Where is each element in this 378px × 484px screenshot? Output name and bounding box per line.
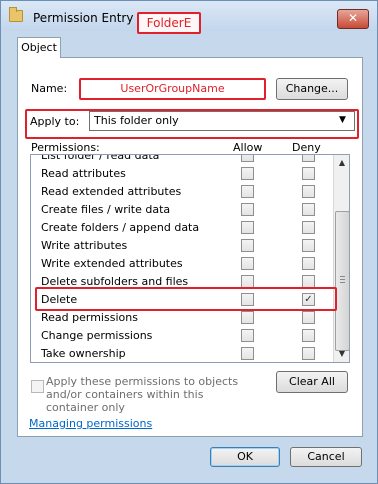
deny-column-header: Deny	[292, 141, 321, 154]
grip-line	[340, 282, 345, 283]
allow-checkbox[interactable]	[241, 329, 254, 342]
cancel-button[interactable]: Cancel	[290, 447, 362, 467]
deny-checkbox[interactable]	[302, 311, 315, 324]
inherit-checkbox[interactable]	[31, 380, 44, 393]
deny-checkbox[interactable]	[302, 329, 315, 342]
scroll-up-icon[interactable]: ▲	[334, 155, 349, 171]
allow-checkbox[interactable]	[241, 239, 254, 252]
permission-label: Read permissions	[41, 311, 138, 324]
permission-label: Create folders / append data	[41, 221, 200, 234]
permission-label: Take ownership	[41, 347, 126, 360]
delete-row-highlight	[35, 287, 337, 311]
chevron-down-icon[interactable]: ▼	[336, 111, 349, 130]
title-object-name: FolderE	[137, 12, 201, 34]
deny-checkbox[interactable]	[302, 167, 315, 180]
allow-checkbox[interactable]	[241, 257, 254, 270]
deny-checkbox[interactable]	[302, 203, 315, 216]
permission-label: Write attributes	[41, 239, 128, 252]
permission-label: List folder / read data	[41, 154, 160, 162]
deny-checkbox[interactable]	[302, 239, 315, 252]
permissions-list[interactable]: Take ownership Change permissions Read per…	[30, 154, 350, 363]
allow-checkbox[interactable]	[241, 167, 254, 180]
apply-to-label: Apply to:	[30, 115, 80, 128]
permission-label: Write extended attributes	[41, 257, 183, 270]
scrollbar-thumb[interactable]	[335, 211, 349, 351]
grip-line	[340, 279, 345, 280]
managing-permissions-link[interactable]: Managing permissions	[29, 417, 152, 430]
inherit-label: Apply these permissions to objects and/o…	[46, 375, 239, 414]
permission-row[interactable]: Change permissions	[31, 326, 331, 344]
deny-checkbox[interactable]	[302, 185, 315, 198]
permissions-label: Permissions:	[31, 141, 100, 154]
allow-checkbox[interactable]	[241, 347, 254, 360]
name-field: UserOrGroupName	[79, 78, 266, 100]
permission-label: Create files / write data	[41, 203, 171, 216]
tab-object[interactable]: Object	[17, 37, 61, 58]
window-title: Permission Entry for	[33, 11, 154, 25]
name-label: Name:	[31, 82, 68, 95]
grip-line	[340, 276, 345, 277]
permission-row[interactable]: Create files / write data	[31, 200, 331, 218]
allow-checkbox[interactable]	[241, 311, 254, 324]
permission-label: Read attributes	[41, 167, 126, 180]
deny-checkbox[interactable]	[302, 347, 315, 360]
deny-checkbox[interactable]	[302, 257, 315, 270]
allow-checkbox[interactable]	[241, 221, 254, 234]
permission-label: Change permissions	[41, 329, 153, 342]
change-button[interactable]: Change...	[276, 78, 348, 100]
close-button[interactable]: ✕	[337, 9, 369, 29]
allow-checkbox[interactable]	[241, 203, 254, 216]
allow-column-header: Allow	[233, 141, 263, 154]
permission-row[interactable]: Take ownership	[31, 344, 331, 362]
scroll-down-icon[interactable]: ▼	[334, 346, 349, 362]
permission-row[interactable]: Read attributes	[31, 164, 331, 182]
permission-row[interactable]: Write extended attributes	[31, 254, 331, 272]
folder-icon	[9, 7, 23, 22]
allow-checkbox[interactable]	[241, 185, 254, 198]
title-bar: Permission Entry for FolderE ✕	[1, 1, 377, 34]
permission-row[interactable]: List folder / read data	[31, 154, 331, 164]
apply-to-select[interactable]: This folder only	[89, 111, 355, 131]
deny-checkbox[interactable]	[302, 221, 315, 234]
permission-row[interactable]: Read extended attributes	[31, 182, 331, 200]
permission-row[interactable]: Create folders / append data	[31, 218, 331, 236]
deny-checkbox[interactable]	[302, 155, 315, 162]
permission-label: Read extended attributes	[41, 185, 182, 198]
permission-row[interactable]: Write attributes	[31, 236, 331, 254]
permissions-scrollbar[interactable]: ▲ ▼	[333, 155, 349, 362]
clear-all-button[interactable]: Clear All	[276, 371, 348, 393]
allow-checkbox[interactable]	[241, 155, 254, 162]
ok-button[interactable]: OK	[210, 447, 280, 467]
